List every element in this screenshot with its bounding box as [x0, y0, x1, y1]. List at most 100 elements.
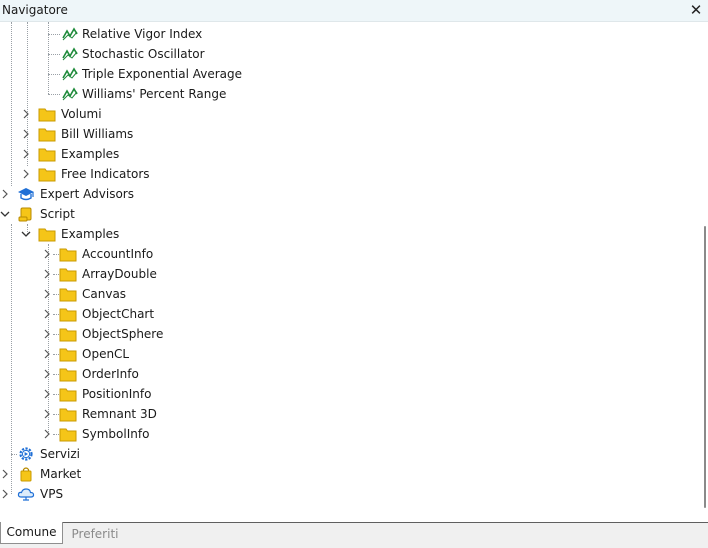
tree-item-opencl[interactable]: OpenCL: [0, 344, 697, 364]
folder-icon: [59, 348, 77, 362]
tree-item-label: OpenCL: [82, 347, 130, 361]
tree-line: [48, 74, 60, 75]
tree-item-examples-indicators[interactable]: Examples: [0, 144, 697, 164]
chevron-right-icon[interactable]: [43, 429, 51, 439]
tree-item-label: Remnant 3D: [82, 407, 157, 421]
tree-item-expert-advisors[interactable]: Expert Advisors: [0, 184, 697, 204]
chevron-right-icon[interactable]: [43, 409, 51, 419]
tree-item-label: ObjectSphere: [82, 327, 164, 341]
folder-icon: [59, 308, 77, 322]
tree-item-label: Free Indicators: [61, 167, 150, 181]
tree-item-triple-exponential-average[interactable]: Triple Exponential Average: [0, 64, 697, 84]
tree-item-objectsphere[interactable]: ObjectSphere: [0, 324, 697, 344]
chevron-right-icon[interactable]: [43, 369, 51, 379]
chevron-right-icon[interactable]: [1, 489, 9, 499]
tree-item-label: Relative Vigor Index: [82, 27, 203, 41]
tree-item-free-indicators[interactable]: Free Indicators: [0, 164, 697, 184]
tree-item-relative-vigor-index[interactable]: Relative Vigor Index: [0, 24, 697, 44]
tree-line: [48, 94, 60, 95]
folder-icon: [38, 108, 56, 122]
chevron-down-icon[interactable]: [21, 229, 31, 239]
tab-comune[interactable]: Comune: [0, 522, 63, 544]
tree-item-label: ObjectChart: [82, 307, 155, 321]
tree-item-bill-williams[interactable]: Bill Williams: [0, 124, 697, 144]
chevron-right-icon[interactable]: [43, 329, 51, 339]
tree-item-script-examples[interactable]: Examples: [0, 224, 697, 244]
tree-item-label: SymbolInfo: [82, 427, 150, 441]
scrollbar-thumb[interactable]: [704, 226, 706, 508]
tree-line: [48, 34, 60, 35]
tree-item-stochastic-oscillator[interactable]: Stochastic Oscillator: [0, 44, 697, 64]
tree-item-label: Servizi: [40, 447, 81, 461]
tree-item-arraydouble[interactable]: ArrayDouble: [0, 264, 697, 284]
folder-icon: [59, 428, 77, 442]
bottom-tab-bar: Comune Preferiti: [0, 522, 708, 548]
tree-item-label: OrderInfo: [82, 367, 139, 381]
tree-item-objectchart[interactable]: ObjectChart: [0, 304, 697, 324]
folder-icon: [59, 368, 77, 382]
cloud-icon: [17, 488, 35, 501]
folder-icon: [38, 168, 56, 182]
chevron-right-icon[interactable]: [22, 169, 30, 179]
chevron-right-icon[interactable]: [22, 149, 30, 159]
close-icon[interactable]: ✕: [688, 2, 704, 18]
chevron-right-icon[interactable]: [43, 249, 51, 259]
tree-item-williams-percent-range[interactable]: Williams' Percent Range: [0, 84, 697, 104]
tree-item-label: Bill Williams: [61, 127, 134, 141]
tree-item-market[interactable]: Market: [0, 464, 697, 484]
chevron-down-icon[interactable]: [0, 209, 10, 219]
indicator-icon: [62, 67, 78, 81]
tree-item-label: Expert Advisors: [40, 187, 134, 201]
folder-icon: [59, 328, 77, 342]
chevron-right-icon[interactable]: [22, 129, 30, 139]
tree-item-positioninfo[interactable]: PositionInfo: [0, 384, 697, 404]
folder-icon: [59, 248, 77, 262]
folder-icon: [59, 408, 77, 422]
folder-icon: [59, 388, 77, 402]
tree-item-servizi[interactable]: Servizi: [0, 444, 697, 464]
indicator-icon: [62, 27, 78, 41]
script-scroll-icon: [18, 207, 32, 222]
folder-icon: [38, 128, 56, 142]
tree-line: [48, 54, 60, 55]
tree-item-label: Triple Exponential Average: [82, 67, 243, 81]
folder-icon: [38, 228, 56, 242]
folder-icon: [38, 148, 56, 162]
tree-item-script[interactable]: Script: [0, 204, 697, 224]
tree-item-label: AccountInfo: [82, 247, 154, 261]
chevron-right-icon[interactable]: [1, 469, 9, 479]
tree-item-vps[interactable]: VPS: [0, 484, 697, 504]
indicator-icon: [62, 47, 78, 61]
chevron-right-icon[interactable]: [43, 349, 51, 359]
tree-item-label: Examples: [61, 227, 120, 241]
navigator-tree: Relative Vigor Index Stochastic Oscillat…: [0, 22, 697, 520]
tab-preferiti[interactable]: Preferiti: [64, 524, 126, 544]
title-bar: Navigatore ✕: [0, 0, 708, 22]
folder-icon: [59, 268, 77, 282]
chevron-right-icon[interactable]: [43, 389, 51, 399]
tree-item-orderinfo[interactable]: OrderInfo: [0, 364, 697, 384]
chevron-right-icon[interactable]: [43, 269, 51, 279]
chevron-right-icon[interactable]: [43, 289, 51, 299]
tree-item-remnant-3d[interactable]: Remnant 3D: [0, 404, 697, 424]
vertical-scrollbar[interactable]: [697, 22, 708, 520]
tree-item-label: Canvas: [82, 287, 127, 301]
graduation-cap-icon: [18, 188, 34, 201]
tree-item-label: Script: [40, 207, 75, 221]
tree-item-symbolinfo[interactable]: SymbolInfo: [0, 424, 697, 444]
tree-item-label: Stochastic Oscillator: [82, 47, 205, 61]
chevron-right-icon[interactable]: [43, 309, 51, 319]
tree-item-label: Volumi: [61, 107, 102, 121]
tree-item-canvas[interactable]: Canvas: [0, 284, 697, 304]
chevron-right-icon[interactable]: [1, 189, 9, 199]
window-title: Navigatore: [2, 3, 68, 17]
tree-item-label: VPS: [40, 487, 64, 501]
gear-icon: [19, 447, 33, 461]
tree-item-label: ArrayDouble: [82, 267, 157, 281]
tree-item-volumi[interactable]: Volumi: [0, 104, 697, 124]
tree-item-accountinfo[interactable]: AccountInfo: [0, 244, 697, 264]
folder-icon: [59, 288, 77, 302]
chevron-right-icon[interactable]: [22, 109, 30, 119]
tree-item-label: Examples: [61, 147, 120, 161]
tree-item-label: PositionInfo: [82, 387, 152, 401]
